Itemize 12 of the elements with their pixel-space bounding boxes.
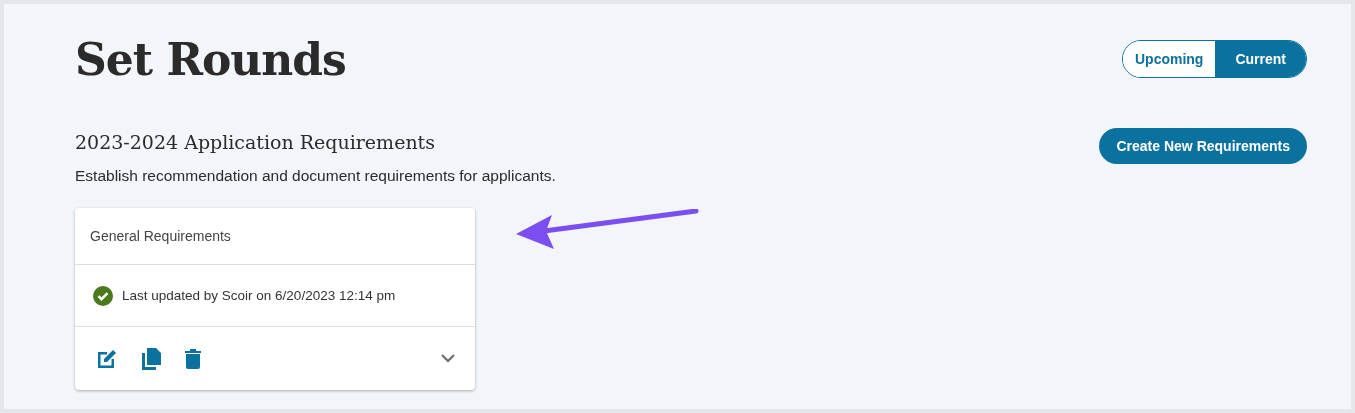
copy-icon[interactable] [141,346,163,371]
create-button[interactable]: Create New Requirements [1099,128,1307,164]
status-text: Last updated by Scoir on 6/20/2023 12:14 pm [122,288,396,303]
chevron-icon[interactable] [441,354,455,363]
check-circle-icon [93,285,113,306]
page-title: Set Rounds [75,33,346,85]
section-description: Establish recommendation and document requirements for applicants. [75,167,556,185]
trash-icon[interactable] [185,348,201,369]
section-title: 2023-2024 Application Requirements [75,131,436,153]
toggle-option[interactable]: Upcoming [1123,41,1216,77]
card-title: General Requirements [75,208,475,265]
toggle-option[interactable]: Current [1215,41,1306,77]
